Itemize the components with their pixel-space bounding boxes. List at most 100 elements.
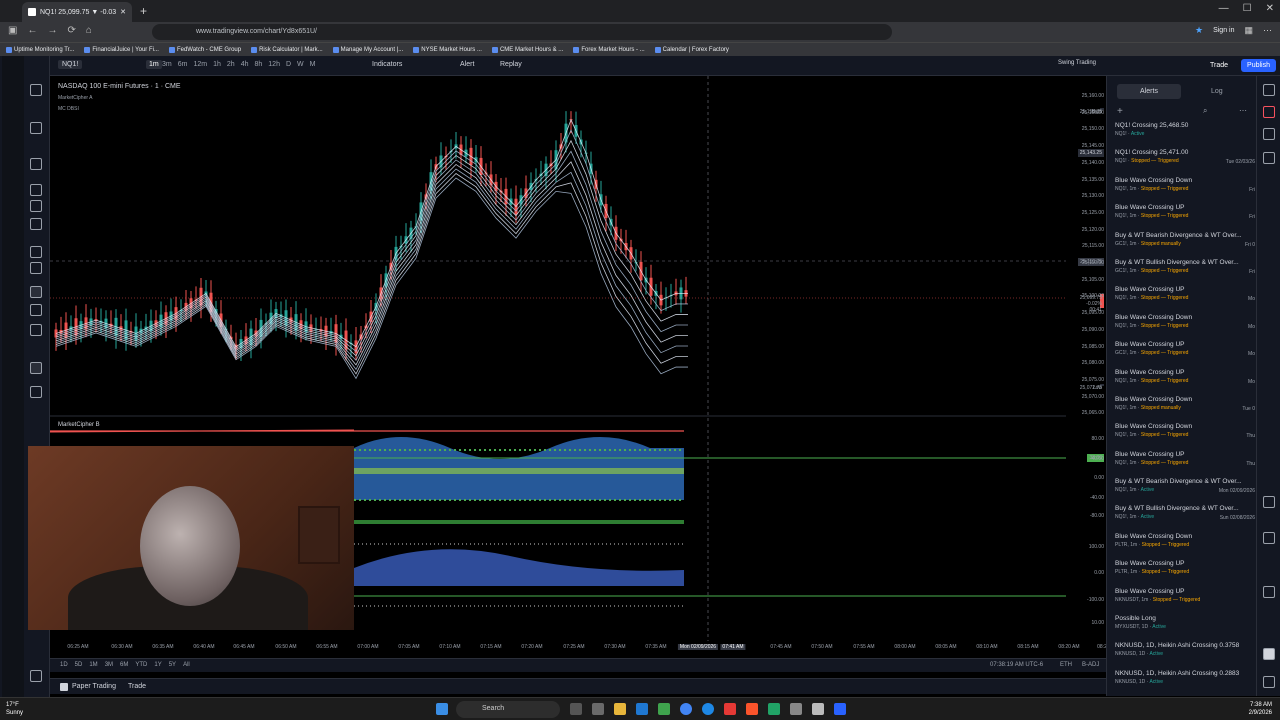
tab-log[interactable]: Log (1203, 84, 1231, 99)
alert-item[interactable]: Blue Wave Crossing Down NQ1!, 1m · Stoppe… (1115, 396, 1255, 423)
trash-icon[interactable] (30, 386, 42, 398)
adjust-toggle[interactable]: B-ADJ (1082, 662, 1099, 668)
excel-icon[interactable] (768, 703, 780, 715)
timeframe-option[interactable]: 1D (60, 662, 68, 668)
menu-icon[interactable]: ⋯ (1263, 25, 1272, 36)
interval-option[interactable]: 6m (178, 61, 188, 68)
watchlist-icon[interactable] (1263, 84, 1275, 96)
bookmark-item[interactable]: Forex Market Hours - ... (573, 46, 645, 53)
layout-name[interactable]: Swing Trading (1058, 60, 1096, 66)
file-explorer-icon[interactable] (614, 703, 626, 715)
interval-option[interactable]: 12m (193, 61, 207, 68)
star-icon[interactable]: ★ (1195, 25, 1203, 36)
session-eth[interactable]: ETH (1060, 662, 1072, 668)
symbol-search[interactable]: NQ1! (58, 60, 83, 69)
bookmark-item[interactable]: CME Market Hours & ... (491, 46, 563, 53)
magnet-icon[interactable] (30, 286, 42, 298)
timeframe-option[interactable]: YTD (135, 662, 147, 668)
calendar-icon[interactable] (1263, 532, 1275, 544)
chrome-icon[interactable] (680, 703, 692, 715)
crosshair-icon[interactable] (30, 84, 42, 96)
alerts-icon[interactable] (1263, 106, 1275, 118)
hotlist-icon[interactable] (1263, 128, 1275, 140)
interval-option[interactable]: W (297, 61, 304, 68)
chat-icon[interactable] (1263, 152, 1275, 164)
bookmark-item[interactable]: FinancialJuice | Your Fi... (84, 46, 159, 53)
alert-button[interactable]: Alert (460, 61, 474, 68)
trendline-icon[interactable] (30, 122, 42, 134)
panel-marketcipher-b[interactable]: MarketCipher B (58, 422, 100, 428)
alert-item[interactable]: Blue Wave Crossing Down NQ1!, 1m · Stoppe… (1115, 314, 1255, 341)
app-gray-icon[interactable] (790, 703, 802, 715)
add-alert-icon[interactable]: + (1117, 106, 1123, 117)
timeframe-option[interactable]: 5Y (169, 662, 176, 668)
sign-in-button[interactable]: Sign in (1213, 27, 1234, 34)
tradingview-icon[interactable] (834, 703, 846, 715)
more-icon[interactable]: ⋯ (1239, 106, 1247, 115)
url-field[interactable]: www.tradingview.com/chart/Yd8x651U/ (152, 24, 892, 40)
minimize-icon[interactable]: — (1219, 3, 1229, 14)
bookmark-item[interactable]: FedWatch - CME Group (168, 46, 241, 53)
favorites-star-icon[interactable] (30, 670, 42, 682)
forward-icon[interactable]: → (47, 25, 57, 36)
start-icon[interactable] (436, 703, 448, 715)
app-light-icon[interactable] (812, 703, 824, 715)
alert-item[interactable]: Possible Long MYXUSDT, 1D · Active (1115, 615, 1255, 642)
settings-icon[interactable] (592, 703, 604, 715)
paper-trading-tab[interactable]: Paper Trading (72, 683, 116, 690)
indicators-button[interactable]: Indicators (372, 61, 402, 68)
price-axis[interactable]: High 25,155.75 25,143.25 25,110.75 25,09… (1066, 76, 1106, 641)
interval-1m[interactable]: 1m (146, 60, 162, 69)
lock-icon[interactable] (30, 304, 42, 316)
ruler-icon[interactable] (30, 246, 42, 258)
timeframe-option[interactable]: 6M (120, 662, 128, 668)
alert-item[interactable]: Blue Wave Crossing UP NQ1!, 1m · Stopped … (1115, 451, 1255, 478)
store-icon[interactable] (636, 703, 648, 715)
notifications-icon[interactable] (1263, 586, 1275, 598)
alert-item[interactable]: Blue Wave Crossing UP NQ1!, 1m · Stopped … (1115, 369, 1255, 396)
alert-item[interactable]: NQ1! Crossing 25,471.00 NQ1! · Stopped — … (1115, 149, 1255, 176)
close-tab-icon[interactable]: ✕ (120, 8, 126, 16)
home-icon[interactable]: ⌂ (86, 25, 92, 36)
search-icon[interactable]: ⌕ (1203, 106, 1207, 116)
bookmark-item[interactable]: NYSE Market Hours ... (413, 46, 482, 53)
alert-item[interactable]: Blue Wave Crossing Down NQ1!, 1m · Stoppe… (1115, 177, 1255, 204)
back-icon[interactable]: ← (27, 25, 37, 36)
timeframe-option[interactable]: 3M (105, 662, 113, 668)
time-axis[interactable]: 06:25 AM 06:30 AM 06:35 AM 06:40 AM 06:45 AM… (50, 641, 1107, 655)
bookmark-item[interactable]: Calendar | Forex Factory (654, 46, 729, 53)
ideas-icon[interactable] (1263, 496, 1275, 508)
timeframe-option[interactable]: 5D (75, 662, 83, 668)
interval-option[interactable]: 3m (162, 61, 172, 68)
alert-item[interactable]: Buy & WT Bearish Divergence & WT Over...… (1115, 478, 1255, 505)
alert-item[interactable]: Buy & WT Bullish Divergence & WT Over...… (1115, 505, 1255, 532)
replay-button[interactable]: Replay (500, 61, 522, 68)
alert-item[interactable]: NKNUSD, 1D, Heikin Ashi Crossing 0.2883 N… (1115, 670, 1255, 697)
interval-option[interactable]: D (286, 61, 291, 68)
trade-button[interactable]: Trade (1206, 59, 1232, 72)
alert-item[interactable]: Buy & WT Bearish Divergence & WT Over...… (1115, 232, 1255, 259)
alert-item[interactable]: NQ1! Crossing 25,468.50 NQ1! · Active (1115, 122, 1255, 149)
maximize-icon[interactable]: ☐ (1243, 3, 1252, 14)
alert-item[interactable]: Blue Wave Crossing UP GC1!, 1m · Stopped … (1115, 341, 1255, 368)
patterns-icon[interactable] (30, 218, 42, 230)
close-window-icon[interactable]: ✕ (1266, 3, 1274, 14)
alert-item[interactable]: Buy & WT Bullish Divergence & WT Over...… (1115, 259, 1255, 286)
taskbar-search[interactable]: Search (456, 701, 560, 718)
sidebar-toggle-icon[interactable]: ▣ (8, 25, 17, 36)
edge-icon[interactable] (702, 703, 714, 715)
tab-alerts[interactable]: Alerts (1117, 84, 1181, 99)
clock-status[interactable]: 07:38:19 AM UTC-6 (990, 662, 1043, 668)
brave-icon[interactable] (746, 703, 758, 715)
task-view-icon[interactable] (570, 703, 582, 715)
alert-item[interactable]: Blue Wave Crossing Down NQ1!, 1m · Stoppe… (1115, 423, 1255, 450)
bookmark-item[interactable]: Uptime Monitoring Tr... (6, 46, 74, 53)
alert-item[interactable]: Blue Wave Crossing UP NQ1!, 1m · Stopped … (1115, 204, 1255, 231)
indicator-mc-dbsi[interactable]: MC DBSI (58, 106, 79, 112)
timeframe-option[interactable]: 1M (89, 662, 97, 668)
fib-icon[interactable] (30, 158, 42, 170)
zoom-icon[interactable] (30, 262, 42, 274)
timeframe-option[interactable]: All (183, 662, 190, 668)
indicator-marketcipher-a[interactable]: MarketCipher A (58, 95, 92, 101)
interval-option[interactable]: 12h (268, 61, 280, 68)
